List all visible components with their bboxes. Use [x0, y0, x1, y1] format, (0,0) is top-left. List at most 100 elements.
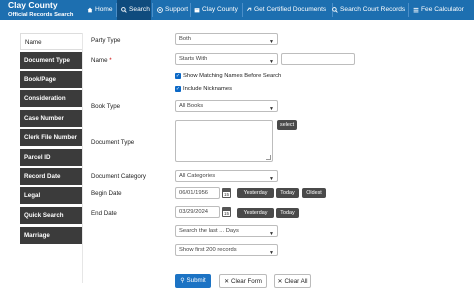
nav-divider — [408, 3, 409, 17]
nav-divider — [190, 3, 191, 17]
tab-clerk-file-number[interactable]: Clerk File Number — [20, 129, 82, 146]
document-category-label: Document Category — [91, 173, 147, 180]
chevron-down-icon: ▼ — [269, 59, 274, 65]
document-type-select-button[interactable]: select — [277, 120, 297, 130]
end-today-button[interactable]: Today — [276, 208, 299, 218]
support-icon — [157, 7, 163, 13]
nav-fee-calculator-label: Fee Calculator — [421, 6, 464, 13]
search-last-days-value: Search the last ... Days — [179, 228, 239, 234]
nav-divider — [242, 3, 243, 17]
nav-court-records[interactable]: Search Court Records — [332, 0, 405, 20]
calendar-day: 15 — [224, 192, 230, 197]
show-matching-names-label: Show Matching Names Before Search — [183, 73, 282, 79]
search-icon: ⚲ — [180, 277, 185, 284]
begin-date-label: Begin Date — [91, 190, 122, 197]
party-type-value: Both — [179, 36, 191, 42]
tab-marriage[interactable]: Marriage — [20, 227, 82, 244]
nav-divider — [152, 3, 153, 17]
document-type-label: Document Type — [91, 139, 135, 146]
name-label-text: Name — [91, 57, 108, 64]
close-icon: ✕ — [277, 278, 283, 285]
name-input[interactable] — [281, 53, 355, 65]
clear-all-button[interactable]: ✕ Clear All — [274, 274, 311, 288]
book-type-value: All Books — [179, 103, 204, 109]
show-matching-names-checkbox[interactable]: ✓ Show Matching Names Before Search — [175, 73, 281, 79]
record-limit-select[interactable]: Show first 200 records ▼ — [175, 244, 278, 256]
book-type-select[interactable]: All Books ▼ — [175, 100, 278, 112]
nav-support-label: Support — [165, 6, 189, 13]
close-icon: ✕ — [224, 278, 230, 285]
home-icon — [87, 7, 93, 13]
calendar-icon[interactable]: 15 — [222, 207, 231, 217]
submit-label: Submit — [186, 277, 206, 284]
chevron-down-icon: ▼ — [269, 106, 274, 112]
nav-certified-documents-label: Get Certified Documents — [254, 6, 327, 13]
list-icon — [413, 7, 419, 13]
tab-name[interactable]: Name — [20, 33, 82, 50]
search-last-days-select[interactable]: Search the last ... Days ▼ — [175, 225, 278, 237]
site-brand[interactable]: Clay County Official Records Search — [8, 1, 73, 20]
document-type-textarea[interactable] — [175, 120, 273, 162]
clear-form-label: Clear Form — [230, 278, 262, 285]
required-marker: * — [109, 57, 112, 64]
nav-home-label: Home — [95, 6, 113, 13]
begin-date-value: 06/01/1956 — [179, 190, 209, 196]
brand-subtitle: Official Records Search — [8, 12, 74, 18]
tab-book-page[interactable]: Book/Page — [20, 71, 82, 88]
tab-parcel-id[interactable]: Parcel ID — [20, 149, 82, 166]
begin-today-button[interactable]: Today — [276, 188, 299, 198]
name-match-select[interactable]: Starts With ▼ — [175, 53, 278, 65]
end-date-input[interactable]: 03/29/2024 — [175, 206, 220, 218]
end-date-label: End Date — [91, 210, 117, 217]
nav-fee-calculator[interactable]: Fee Calculator — [413, 0, 464, 20]
tab-record-date[interactable]: Record Date — [20, 168, 82, 185]
brand-title: Clay County — [8, 0, 58, 10]
chevron-down-icon: ▼ — [269, 231, 274, 237]
tab-quick-search[interactable]: Quick Search — [20, 207, 82, 224]
nav-search-label: Search — [129, 6, 150, 13]
tab-document-type[interactable]: Document Type — [20, 52, 82, 69]
name-label: Name * — [91, 57, 112, 64]
party-type-label: Party Type — [91, 37, 121, 44]
include-nicknames-checkbox[interactable]: ✓ Include Nicknames — [175, 86, 232, 92]
nav-clay-county-label: Clay County — [202, 6, 238, 13]
nav-home[interactable]: Home — [87, 0, 113, 20]
search-icon — [332, 7, 338, 13]
tab-legal[interactable]: Legal — [20, 187, 82, 204]
chevron-down-icon: ▼ — [269, 250, 274, 256]
panel-divider — [82, 33, 83, 283]
clear-all-label: Clear All — [284, 278, 308, 285]
nav-support[interactable]: Support — [157, 0, 188, 20]
submit-button[interactable]: ⚲ Submit — [175, 274, 211, 288]
begin-date-input[interactable]: 06/01/1956 — [175, 187, 220, 199]
clear-form-button[interactable]: ✕ Clear Form — [219, 274, 267, 288]
end-yesterday-button[interactable]: Yesterday — [237, 208, 274, 218]
tab-consideration[interactable]: Consideration — [20, 90, 82, 107]
include-nicknames-label: Include Nicknames — [183, 86, 232, 92]
building-icon — [194, 8, 200, 13]
nav-search[interactable]: Search — [117, 0, 151, 20]
document-category-select[interactable]: All Categories ▼ — [175, 170, 278, 182]
search-icon — [121, 7, 127, 13]
party-type-select[interactable]: Both ▼ — [175, 33, 278, 45]
end-date-value: 03/29/2024 — [179, 209, 209, 215]
book-type-label: Book Type — [91, 103, 121, 110]
chevron-down-icon: ▼ — [269, 39, 274, 45]
checkbox-checked-icon: ✓ — [175, 86, 181, 92]
begin-oldest-button[interactable]: Oldest — [302, 188, 326, 198]
top-nav-bar: Clay County Official Records Search Home… — [0, 0, 474, 20]
link-icon — [246, 7, 252, 11]
nav-clay-county[interactable]: Clay County — [194, 0, 238, 20]
nav-court-records-label: Search Court Records — [340, 6, 406, 13]
chevron-down-icon: ▼ — [269, 176, 274, 182]
calendar-day: 15 — [224, 211, 230, 216]
document-category-value: All Categories — [179, 173, 216, 179]
nav-certified-documents[interactable]: Get Certified Documents — [246, 0, 326, 20]
tab-case-number[interactable]: Case Number — [20, 110, 82, 127]
resize-handle-icon[interactable] — [266, 155, 271, 160]
calendar-icon[interactable]: 15 — [222, 188, 231, 198]
checkbox-checked-icon: ✓ — [175, 73, 181, 79]
name-match-value: Starts With — [179, 56, 208, 62]
begin-yesterday-button[interactable]: Yesterday — [237, 188, 274, 198]
record-limit-value: Show first 200 records — [179, 247, 237, 253]
